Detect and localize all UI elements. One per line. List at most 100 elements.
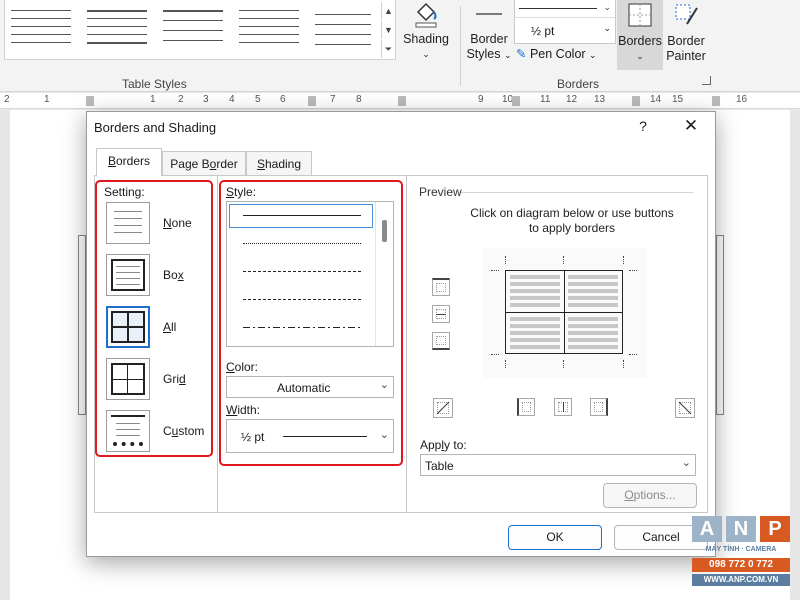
chevron-down-icon: ⌄ — [603, 2, 611, 12]
pen-color-button[interactable]: ✎ Pen Color ⌄ — [516, 46, 616, 64]
diagonal-down-border-button[interactable] — [433, 398, 453, 418]
top-border-button[interactable] — [432, 278, 450, 296]
diagonal-up-border-button[interactable] — [675, 398, 695, 418]
pen-weight-select[interactable]: ½ pt ⌄ — [515, 20, 615, 42]
dialog-launcher-icon[interactable] — [702, 76, 711, 85]
inside-vertical-border-button[interactable] — [554, 398, 572, 416]
borders-and-shading-dialog: Borders and Shading ? ✕ Borders Page Bor… — [86, 111, 716, 557]
line-style-list[interactable] — [226, 201, 394, 347]
setting-none-icon[interactable] — [106, 202, 150, 244]
help-icon[interactable]: ? — [635, 118, 651, 134]
border-styles-button[interactable]: Border Styles ⌄ — [464, 0, 514, 70]
border-painter-button[interactable]: Border Painter — [664, 0, 708, 70]
left-border-button[interactable] — [517, 398, 535, 416]
chevron-down-icon: ⌄ — [379, 429, 389, 441]
setting-label: Setting: — [104, 185, 145, 199]
table-styles-group-label: Table Styles — [122, 77, 187, 91]
pen-settings-box: ⌄ ½ pt ⌄ — [514, 0, 616, 44]
column-separator — [406, 175, 407, 513]
border-styles-label-1: Border — [470, 32, 508, 46]
scroll-thumb[interactable] — [382, 220, 387, 242]
chevron-down-icon: ⌄ — [681, 457, 691, 469]
dialog-title: Borders and Shading — [94, 120, 217, 135]
border-line-icon — [476, 13, 502, 15]
ruler-margin-marker[interactable] — [86, 96, 94, 106]
setting-grid-label[interactable]: Grid — [163, 372, 186, 386]
border-painter-icon — [675, 4, 698, 25]
line-style-dashed-fine[interactable] — [243, 271, 361, 272]
color-label: Color: — [226, 360, 259, 374]
tab-borders[interactable]: Borders — [96, 148, 162, 176]
preview-table[interactable] — [505, 270, 623, 354]
diagonal-up-icon — [436, 401, 450, 415]
line-style-dash-dot[interactable] — [243, 327, 361, 328]
preview-divider — [461, 192, 693, 193]
chevron-down-icon: ⌄ — [503, 50, 512, 60]
table-style-thumb[interactable] — [87, 6, 147, 48]
setting-grid-icon[interactable] — [106, 358, 150, 400]
ruler-margin-marker[interactable] — [712, 96, 720, 106]
setting-all-icon[interactable] — [106, 306, 150, 348]
setting-all-label[interactable]: All — [163, 320, 176, 334]
inside-horizontal-border-button[interactable] — [432, 305, 450, 323]
shading-button[interactable]: Shading ⌄ — [398, 0, 454, 70]
preview-diagram[interactable] — [483, 248, 647, 378]
apply-to-value: Table — [425, 459, 454, 473]
setting-box-label[interactable]: Box — [163, 268, 184, 282]
bottom-border-button[interactable] — [432, 332, 450, 350]
table-edge — [716, 235, 724, 415]
preview-label: Preview — [419, 185, 462, 199]
border-styles-label-2: Styles — [466, 47, 501, 61]
table-style-thumb[interactable] — [11, 6, 71, 48]
line-style-selected[interactable] — [229, 204, 373, 228]
style-scrollbar[interactable] — [375, 202, 393, 346]
border-painter-label-2: Painter — [666, 49, 706, 63]
ok-button[interactable]: OK — [508, 525, 602, 550]
table-style-thumb[interactable] — [315, 6, 371, 48]
line-style-dotted[interactable] — [243, 243, 361, 244]
gallery-scroll-up-icon[interactable]: ▲ — [381, 2, 395, 20]
setting-custom-icon[interactable] — [106, 410, 150, 452]
anp-watermark-logo: A N P MÁY TÍNH · CAMERA 098 772 0 772 WW… — [692, 516, 790, 592]
borders-button-label: Borders — [618, 34, 662, 48]
options-button[interactable]: Options... — [603, 483, 697, 508]
close-icon[interactable]: ✕ — [681, 116, 701, 136]
preview-instruction: Click on diagram below or use buttons to… — [470, 206, 674, 235]
border-painter-label-1: Border — [667, 34, 705, 48]
table-style-thumb[interactable] — [239, 6, 299, 48]
width-label: Width: — [226, 403, 261, 417]
line-style-solid[interactable] — [243, 215, 361, 216]
ruler-column-marker[interactable] — [632, 96, 640, 106]
watermark-site: WWW.ANP.COM.VN — [692, 574, 790, 586]
color-value: Automatic — [277, 381, 331, 395]
apply-to-label: Apply to: — [420, 438, 467, 452]
apply-to-select[interactable]: Table ⌄ — [420, 454, 696, 476]
chevron-down-icon: ⌄ — [589, 50, 597, 60]
table-styles-gallery[interactable]: ▲ ▼ ⏷ — [4, 0, 396, 60]
borders-button[interactable]: Borders ⌄ — [617, 0, 663, 70]
pen-weight-value: ½ pt — [531, 24, 555, 38]
chevron-down-icon: ⌄ — [603, 23, 611, 33]
gallery-scroll-down-icon[interactable]: ▼ — [381, 21, 395, 39]
setting-none-label[interactable]: None — [163, 216, 192, 230]
ruler-column-marker[interactable] — [308, 96, 316, 106]
setting-custom-label[interactable]: Custom — [163, 424, 204, 438]
width-line-sample — [283, 436, 367, 437]
color-select[interactable]: Automatic ⌄ — [226, 376, 394, 398]
watermark-tagline: MÁY TÍNH · CAMERA — [705, 546, 777, 553]
right-border-button[interactable] — [590, 398, 608, 416]
gallery-more-icon[interactable]: ⏷ — [381, 40, 395, 58]
width-select[interactable]: ½ pt ⌄ — [226, 419, 394, 453]
pen-style-select[interactable]: ⌄ — [515, 0, 615, 18]
tab-page-border[interactable]: Page Border — [162, 151, 246, 175]
ruler-column-marker[interactable] — [512, 96, 520, 106]
width-value: ½ pt — [241, 430, 265, 444]
chevron-down-icon: ⌄ — [422, 49, 430, 59]
table-style-thumb[interactable] — [163, 6, 223, 48]
line-style-dashed[interactable] — [243, 299, 361, 300]
pen-color-label: Pen Color — [529, 47, 586, 61]
ruler-column-marker[interactable] — [398, 96, 406, 106]
horizontal-ruler[interactable]: 2 1 1 2 3 4 5 6 7 8 9 10 11 12 13 14 15 … — [0, 93, 800, 109]
setting-box-icon[interactable] — [106, 254, 150, 296]
tab-shading[interactable]: Shading — [246, 151, 312, 175]
